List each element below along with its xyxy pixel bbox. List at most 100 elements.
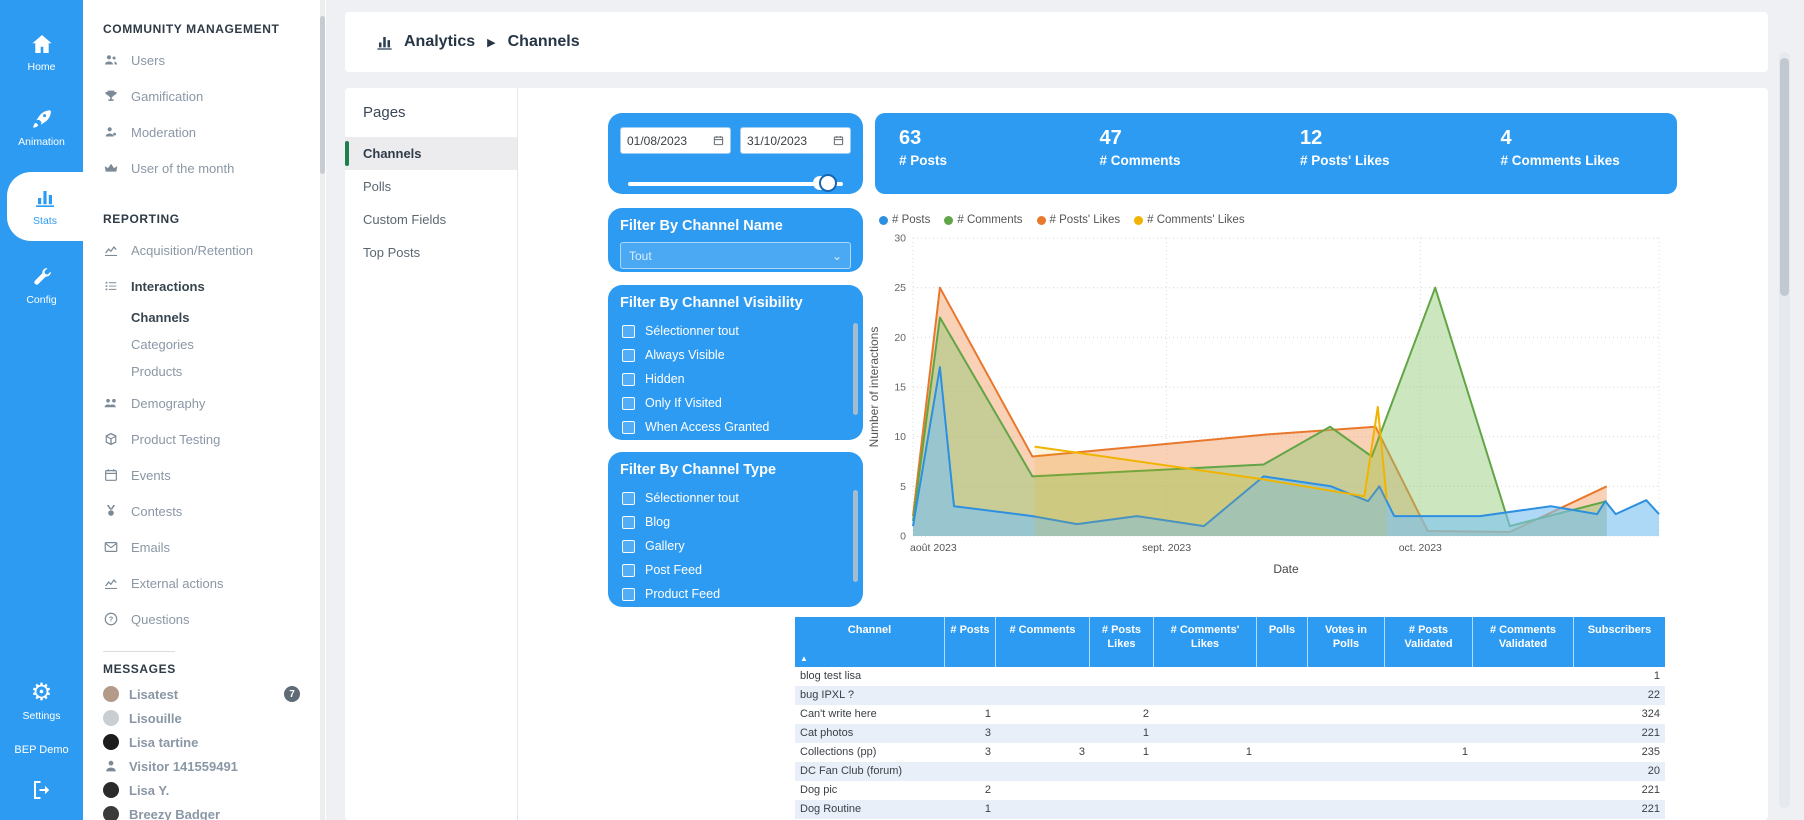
checkbox-option-only-if-visited[interactable]: Only If Visited [620, 391, 851, 415]
table-row[interactable]: Collections (pp)33111235 [795, 743, 1665, 762]
legend-label: # Comments [957, 214, 1022, 226]
legend-item[interactable]: # Posts' Likes [1037, 214, 1121, 226]
avatar [103, 734, 119, 750]
stat-label: # Comments [1100, 153, 1277, 168]
channel-name-select[interactable]: Tout ⌄ [620, 242, 851, 269]
checkbox[interactable] [622, 373, 635, 386]
table-header--posts-likes[interactable]: # Posts Likes [1090, 617, 1154, 667]
cell-value [1473, 762, 1574, 781]
checkbox[interactable] [622, 564, 635, 577]
date-to-input[interactable]: 31/10/2023 [740, 127, 851, 154]
avatar [103, 710, 119, 726]
table-row[interactable]: blog test lisa1 [795, 667, 1665, 686]
checkbox[interactable] [622, 516, 635, 529]
sidebar-item-product-testing[interactable]: Product Testing [83, 421, 326, 457]
sidebar-item-emails[interactable]: Emails [83, 529, 326, 565]
sidebar-item-moderation[interactable]: Moderation [83, 114, 326, 150]
pages-item-polls[interactable]: Polls [345, 170, 517, 203]
help-circle-icon: ? [103, 611, 119, 627]
date-from-input[interactable]: 01/08/2023 [620, 127, 731, 154]
message-item-lisa-tartine[interactable]: Lisa tartine [83, 730, 326, 754]
sidebar-item-products[interactable]: Products [83, 358, 326, 385]
panel-scrollbar[interactable] [853, 490, 858, 582]
checkbox-option-blog[interactable]: Blog [620, 510, 851, 534]
table-row[interactable]: DC Fan Club (forum)20 [795, 762, 1665, 781]
table-row[interactable]: Can't write here12324 [795, 705, 1665, 724]
pages-item-channels[interactable]: Channels [345, 137, 517, 170]
message-item-breezy-badger[interactable]: Breezy Badger [83, 802, 326, 820]
logout-button[interactable] [30, 768, 54, 812]
checkbox-label: Post Feed [645, 563, 702, 577]
checkbox-option-gallery[interactable]: Gallery [620, 534, 851, 558]
message-item-lisa-y-[interactable]: Lisa Y. [83, 778, 326, 802]
pages-item-custom-fields[interactable]: Custom Fields [345, 203, 517, 236]
message-item-visitor-141559491[interactable]: Visitor 141559491 [83, 754, 326, 778]
rail-item-home[interactable]: Home [0, 22, 83, 83]
legend-item[interactable]: # Comments [944, 214, 1022, 226]
breadcrumb-section[interactable]: Analytics [404, 33, 475, 51]
table-row[interactable]: Dog Routine1221 [795, 800, 1665, 819]
table-row[interactable]: bug IPXL ?22 [795, 686, 1665, 705]
breadcrumb: Analytics ▶ Channels [345, 12, 1768, 72]
table-header--posts-validated[interactable]: # Posts Validated [1385, 617, 1473, 667]
checkbox-option-hidden[interactable]: Hidden [620, 367, 851, 391]
rail-item-animation[interactable]: Animation [0, 97, 83, 158]
panel-scrollbar[interactable] [853, 323, 858, 415]
cell-value [1090, 781, 1154, 800]
sidebar-item-user-of-the-month[interactable]: User of the month [83, 150, 326, 186]
checkbox-option-when-access-granted[interactable]: When Access Granted [620, 415, 851, 439]
users-group-icon [103, 395, 119, 411]
pages-item-top-posts[interactable]: Top Posts [345, 236, 517, 269]
cell-value [1154, 762, 1257, 781]
checkbox-option-s-lectionner-tout[interactable]: Sélectionner tout [620, 319, 851, 343]
rail-item-config[interactable]: Config [0, 255, 83, 316]
table-header-polls[interactable]: Polls [1257, 617, 1308, 667]
sidebar-scrollbar[interactable] [320, 0, 325, 820]
svg-text:oct. 2023: oct. 2023 [1399, 542, 1442, 554]
sidebar-item-events[interactable]: Events [83, 457, 326, 493]
table-header-subscribers[interactable]: Subscribers [1574, 617, 1665, 667]
sidebar-item-questions[interactable]: ?Questions [83, 601, 326, 637]
sidebar-item-acquisition-retention[interactable]: Acquisition/Retention [83, 232, 326, 268]
sidebar-item-interactions[interactable]: Interactions [83, 268, 326, 304]
page-scrollbar[interactable] [1779, 52, 1790, 808]
slider-handle[interactable] [819, 174, 837, 192]
main-card: Pages ChannelsPollsCustom FieldsTop Post… [345, 88, 1768, 820]
checkbox-option-s-lectionner-tout[interactable]: Sélectionner tout [620, 486, 851, 510]
checkbox-option-post-feed[interactable]: Post Feed [620, 558, 851, 582]
checkbox-option-always-visible[interactable]: Always Visible [620, 343, 851, 367]
checkbox[interactable] [622, 397, 635, 410]
sidebar-item-categories[interactable]: Categories [83, 331, 326, 358]
date-range-slider[interactable] [628, 174, 843, 192]
table-header--posts[interactable]: # Posts [945, 617, 996, 667]
sidebar-item-external-actions[interactable]: External actions [83, 565, 326, 601]
cell-value: 1 [945, 705, 996, 724]
checkbox[interactable] [622, 588, 635, 601]
table-header--comments-likes[interactable]: # Comments' Likes [1154, 617, 1257, 667]
table-header-channel[interactable]: Channel▲ [795, 617, 945, 667]
checkbox[interactable] [622, 325, 635, 338]
settings-button[interactable]: ⚙ Settings [23, 671, 61, 732]
table-header-votes-in-polls[interactable]: Votes in Polls [1308, 617, 1385, 667]
sidebar-item-channels[interactable]: Channels [83, 304, 326, 331]
legend-item[interactable]: # Comments' Likes [1134, 214, 1244, 226]
sidebar-item-users[interactable]: Users [83, 42, 326, 78]
checkbox[interactable] [622, 421, 635, 434]
checkbox-option-product-feed[interactable]: Product Feed [620, 582, 851, 606]
checkbox[interactable] [622, 540, 635, 553]
table-header--comments[interactable]: # Comments [996, 617, 1090, 667]
table-header--comments-validated[interactable]: # Comments Validated [1473, 617, 1574, 667]
message-item-lisatest[interactable]: Lisatest7 [83, 682, 326, 706]
rail-item-stats[interactable]: Stats [7, 172, 83, 241]
table-row[interactable]: Dog pic2221 [795, 781, 1665, 800]
checkbox[interactable] [622, 492, 635, 505]
rail-item-label: Home [27, 61, 55, 73]
svg-text:25: 25 [894, 282, 906, 294]
checkbox[interactable] [622, 349, 635, 362]
sidebar-item-demography[interactable]: Demography [83, 385, 326, 421]
message-item-lisouille[interactable]: Lisouille [83, 706, 326, 730]
table-row[interactable]: Cat photos31221 [795, 724, 1665, 743]
sidebar-item-gamification[interactable]: Gamification [83, 78, 326, 114]
sidebar-item-contests[interactable]: Contests [83, 493, 326, 529]
legend-item[interactable]: # Posts [879, 214, 930, 226]
